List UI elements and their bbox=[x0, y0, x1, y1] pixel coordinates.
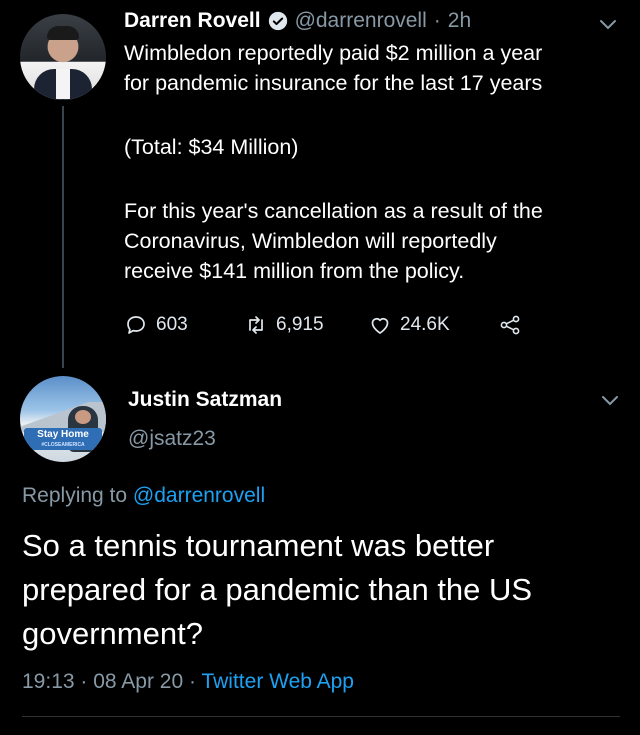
tweet-time[interactable]: 19:13 bbox=[22, 670, 75, 693]
separator-dot: · bbox=[433, 9, 441, 32]
quoted-tweet[interactable]: Darren Rovell @darrenrovell · 2h Wimbled… bbox=[0, 0, 640, 370]
share-button[interactable] bbox=[498, 313, 522, 337]
reply-button[interactable]: 603 bbox=[124, 313, 244, 337]
stay-home-badge: Stay Home #CLOSEAMERICA bbox=[24, 428, 102, 450]
tweet-date[interactable]: 08 Apr 20 bbox=[93, 670, 183, 693]
tweet-text: Wimbledon reportedly paid $2 million a y… bbox=[124, 38, 624, 286]
replying-to-mention[interactable]: @darrenrovell bbox=[133, 484, 265, 507]
tweet-text-line: Coronavirus, Wimbledon will reportedly bbox=[124, 229, 497, 253]
author-handle[interactable]: @darrenrovell bbox=[295, 9, 427, 33]
chevron-down-icon[interactable] bbox=[598, 18, 618, 32]
tweet-text-line: For this year's cancellation as a result… bbox=[124, 199, 543, 223]
darren-rovell-avatar[interactable] bbox=[20, 14, 106, 100]
tweet-timestamp[interactable]: 2h bbox=[448, 9, 471, 33]
share-icon bbox=[500, 315, 520, 335]
replying-prefix: Replying to bbox=[22, 484, 128, 507]
tweet-text-line: government? bbox=[22, 616, 203, 651]
thread-connector-line bbox=[62, 106, 64, 368]
separator-dot: · bbox=[80, 670, 88, 693]
like-button[interactable]: 24.6K bbox=[368, 313, 498, 337]
verified-badge-icon bbox=[268, 11, 287, 31]
reply-count: 603 bbox=[156, 314, 188, 335]
author-name[interactable]: Darren Rovell bbox=[124, 9, 261, 33]
retweet-button[interactable]: 6,915 bbox=[244, 313, 368, 337]
retweet-icon bbox=[249, 316, 263, 334]
separator-dot: · bbox=[189, 670, 196, 693]
tweet-text-line: So a tennis tournament was better bbox=[22, 528, 495, 563]
tweet-actions: 603 6,915 24.6K bbox=[124, 311, 554, 339]
reply-icon bbox=[127, 316, 145, 334]
tweet-text-line: for pandemic insurance for the last 17 y… bbox=[124, 71, 543, 95]
divider bbox=[22, 716, 620, 717]
tweet-text-line: receive $141 million from the policy. bbox=[124, 259, 465, 283]
source-app-link[interactable]: Twitter Web App bbox=[201, 670, 354, 693]
like-count: 24.6K bbox=[400, 314, 450, 335]
tweet-text-line: (Total: $34 Million) bbox=[124, 135, 299, 159]
heart-icon bbox=[371, 317, 389, 334]
tweet-text-line: Wimbledon reportedly paid $2 million a y… bbox=[124, 41, 543, 65]
chevron-down-icon[interactable] bbox=[600, 394, 620, 408]
tweet-text-line: prepared for a pandemic than the US bbox=[22, 572, 533, 607]
replying-to-line: Replying to @darrenrovell bbox=[22, 484, 265, 508]
justin-satzman-avatar[interactable]: Stay Home #CLOSEAMERICA bbox=[20, 376, 106, 462]
tweet-header: Darren Rovell @darrenrovell · 2h bbox=[124, 6, 471, 36]
tweet-meta: 19:13 · 08 Apr 20 · Twitter Web App bbox=[22, 670, 354, 694]
retweet-count: 6,915 bbox=[276, 314, 324, 335]
author-name[interactable]: Justin Satzman bbox=[128, 388, 282, 412]
tweet-text: So a tennis tournament was better prepar… bbox=[22, 524, 622, 656]
author-handle[interactable]: @jsatz23 bbox=[128, 427, 216, 451]
